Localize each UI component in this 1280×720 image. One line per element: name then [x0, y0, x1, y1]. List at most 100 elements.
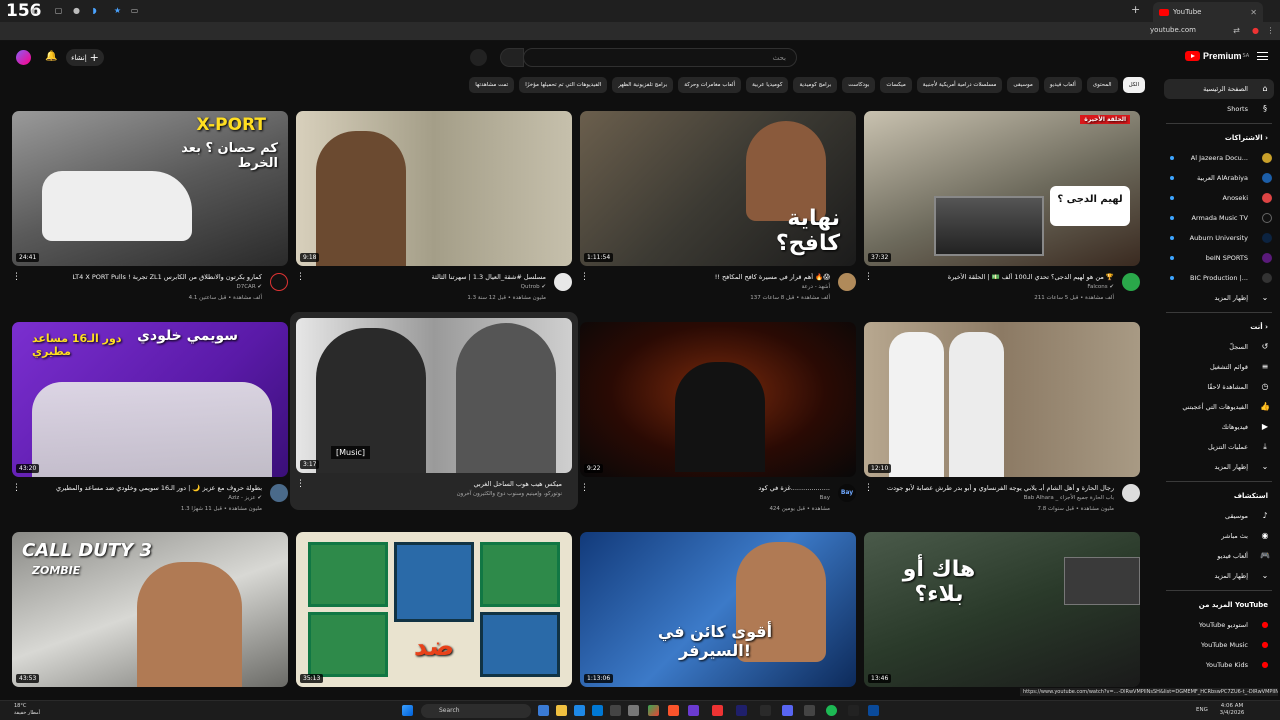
translate-icon[interactable]: ⇄ — [1232, 26, 1241, 35]
weather-widget[interactable]: 18°C أمطار خفيفة — [14, 703, 40, 717]
video-thumbnail[interactable]: 9:18 — [296, 111, 572, 266]
video-thumbnail[interactable]: أقوى كائن في السيرفر! 1:13:06 — [580, 532, 856, 687]
channel-name[interactable]: Qutrob ✔ — [521, 284, 546, 290]
video-thumbnail[interactable]: CALL DUTY 3 ZOMBIE 43:53 — [12, 532, 288, 687]
video-title[interactable]: LT4 X PORT Pulls ! تجربة ZL1 كمارو بكرتو… — [32, 273, 262, 281]
bookmark-star-icon[interactable]: ★ — [113, 6, 122, 15]
video-card[interactable]: 9:18 مسلسل #شقة_العيال 1.3 | سهرتنا الثا… — [296, 111, 572, 319]
discord-icon[interactable] — [782, 705, 793, 716]
sidebar-item-subscription[interactable]: العربية AlArabiya — [1158, 168, 1280, 188]
sidebar-item-subscription[interactable]: BIC Production |... — [1158, 268, 1280, 288]
url-text[interactable]: youtube.com — [1150, 26, 1196, 34]
taskbar-app-icon[interactable] — [610, 705, 621, 716]
search-button[interactable] — [500, 48, 524, 67]
channel-name[interactable]: Aziz - عزيز ✔ — [228, 495, 262, 501]
windows-start-icon[interactable] — [402, 705, 413, 716]
video-card[interactable]: X-PORT كم حصان ؟ بعد الخرط 24:41 LT4 X P… — [12, 111, 288, 319]
channel-name[interactable]: أشهد - درعة — [802, 284, 830, 290]
close-tab-icon[interactable]: ✕ — [1250, 8, 1257, 17]
section-heading-subscriptions[interactable]: الاشتراكات › — [1158, 128, 1280, 148]
sidebar-item-subscription[interactable]: Al Jazeera Docu... — [1158, 148, 1280, 168]
brave-icon[interactable] — [668, 705, 679, 716]
chip[interactable]: كوميديا عربية — [746, 77, 789, 93]
more-options-icon[interactable]: ⋮ — [580, 484, 589, 493]
tab-actions-icon[interactable]: ▢ — [54, 6, 63, 15]
sidebar-item-youtube-music[interactable]: ● YouTube Music — [1158, 635, 1280, 655]
channel-name[interactable]: Bay — [820, 495, 830, 501]
chip[interactable]: الفيديوهات التي تم تحميلها مؤخرًا — [519, 77, 608, 93]
sidebar-item-gaming[interactable]: 🎮 ألعاب فيديو — [1158, 546, 1280, 566]
channel-avatar[interactable] — [838, 273, 856, 291]
chip[interactable]: تمت مشاهدتها — [469, 77, 515, 93]
video-title[interactable]: مسلسل #شقة_العيال 1.3 | سهرتنا الثالثة — [316, 273, 546, 281]
video-thumbnail[interactable]: نهاية كافح؟ 1:11:54 — [580, 111, 856, 266]
sidebar-item-subscription[interactable]: beIN SPORTS — [1158, 248, 1280, 268]
voice-search-mic-icon[interactable] — [470, 49, 487, 66]
sidebar-item-show-more[interactable]: ⌄ إظهار المزيد — [1158, 566, 1280, 586]
video-title[interactable]: غزة في كود................... — [600, 484, 830, 492]
video-thumbnail[interactable]: هاك أو بلاء؟ 13:46 — [864, 532, 1140, 687]
avatar[interactable] — [16, 50, 31, 65]
more-options-icon[interactable]: ⋮ — [296, 480, 305, 489]
taskbar-app-icon[interactable] — [848, 705, 859, 716]
sidebar-item-liked[interactable]: 👍 الفيديوهات التي أعجبتني — [1158, 397, 1280, 417]
sidebar-item-show-more[interactable]: ⌄ إظهار المزيد — [1158, 457, 1280, 477]
sidebar-item-watch-later[interactable]: ◷ المشاهدة لاحقًا — [1158, 377, 1280, 397]
channel-name[interactable]: D7CAR ✔ — [236, 284, 262, 290]
video-title[interactable]: ميكس هيب هوب الساحل الغربي — [332, 480, 562, 488]
taskbar-app-icon[interactable] — [804, 705, 815, 716]
channel-avatar[interactable]: Bay — [838, 484, 856, 502]
video-title[interactable]: من هو لهيم الدجى؟ تحدي الـ100 ألف 💵 | ال… — [884, 273, 1114, 281]
taskbar-app-icon[interactable] — [760, 705, 771, 716]
audio-icon[interactable]: ◗ — [90, 6, 99, 15]
sidebar-item-downloads[interactable]: ⤓ عمليات التنزيل — [1158, 437, 1280, 457]
chip[interactable]: برامج تلفزيونية الظهر — [612, 77, 674, 93]
more-options-icon[interactable]: ⋮ — [580, 273, 589, 282]
video-thumbnail[interactable]: سويمي خلودي دور الـ16 مساعد مطيري 43:20 — [12, 322, 288, 477]
sidebar-item-subscription[interactable]: Auburn University — [1158, 228, 1280, 248]
notifications-bell-icon[interactable]: 🔔 — [45, 51, 57, 62]
sidebar-item-youtube-kids[interactable]: ● YouTube Kids — [1158, 655, 1280, 675]
input-language[interactable]: ENG — [1196, 707, 1208, 713]
chrome-icon[interactable] — [648, 705, 659, 716]
sidebar-item-home[interactable]: ⌂ الصفحة الرئيسية — [1164, 79, 1274, 99]
channel-name[interactable]: Falcons ✔ — [1087, 284, 1114, 290]
video-card[interactable]: نهاية كافح؟ 1:11:54 !! أهم قرار في مسيرة… — [580, 111, 856, 319]
chip[interactable]: ألعاب مغامرات وحركة — [678, 77, 742, 93]
taskbar-app-icon[interactable] — [688, 705, 699, 716]
sidebar-item-history[interactable]: ↺ السجلّ — [1158, 337, 1280, 357]
video-thumbnail[interactable]: 9:22 — [580, 322, 856, 477]
video-title[interactable]: !! أهم قرار في مسيرة كافح المكافح 🔥😱 — [600, 273, 830, 281]
taskbar-app-icon[interactable] — [538, 705, 549, 716]
section-heading-you[interactable]: أنت › — [1158, 317, 1280, 337]
hamburger-menu-icon[interactable] — [1257, 52, 1268, 60]
extension-icon[interactable]: ◐ — [30, 6, 39, 15]
premiere-icon[interactable] — [736, 705, 747, 716]
extension-icon[interactable]: ● — [72, 6, 81, 15]
video-thumbnail[interactable]: الحلقة الأخيرة لهيم الدجى ؟ 37:32 — [864, 111, 1140, 266]
chip[interactable]: برامج كوميدية — [793, 77, 838, 93]
channel-avatar[interactable] — [270, 484, 288, 502]
sidebar-item-show-more[interactable]: ⌄ إظهار المزيد — [1158, 288, 1280, 308]
video-card[interactable]: CALL DUTY 3 ZOMBIE 43:53 — [12, 532, 288, 720]
video-card[interactable]: 12:10 رجال الحارة و أهل الشام أبـ يلابي … — [864, 322, 1140, 530]
chip[interactable]: موسيقى — [1007, 77, 1039, 93]
more-options-icon[interactable]: ⋮ — [12, 484, 21, 493]
sidebar-item-subscription[interactable]: Armada Music TV — [1158, 208, 1280, 228]
video-card[interactable]: أقوى كائن في السيرفر! 1:13:06 — [580, 532, 856, 720]
chip[interactable]: ميكسات — [880, 77, 912, 93]
sidebar-item-playlists[interactable]: ≡ قوائم التشغيل — [1158, 357, 1280, 377]
create-button[interactable]: إنشاء + — [66, 49, 104, 66]
video-thumbnail[interactable]: 12:10 — [864, 322, 1140, 477]
taskbar-search[interactable]: Search — [421, 704, 531, 718]
channel-avatar[interactable] — [1122, 273, 1140, 291]
video-thumbnail[interactable]: [Music] 3:17 — [296, 318, 572, 473]
video-thumbnail[interactable]: X-PORT كم حصان ؟ بعد الخرط 24:41 — [12, 111, 288, 266]
channel-name[interactable]: Bab Alhara _ باب الحارة جميع الأجزاء — [1024, 495, 1114, 501]
sidebar-icon[interactable]: ▭ — [130, 6, 139, 15]
video-card[interactable]: الحلقة الأخيرة لهيم الدجى ؟ 37:32 من هو … — [864, 111, 1140, 319]
taskbar-app-icon[interactable] — [592, 705, 603, 716]
chip[interactable]: مسلسلات درامية أمريكية لأجنبية — [916, 77, 1003, 93]
taskbar-app-icon[interactable] — [628, 705, 639, 716]
search-input[interactable]: بحث — [523, 48, 797, 67]
